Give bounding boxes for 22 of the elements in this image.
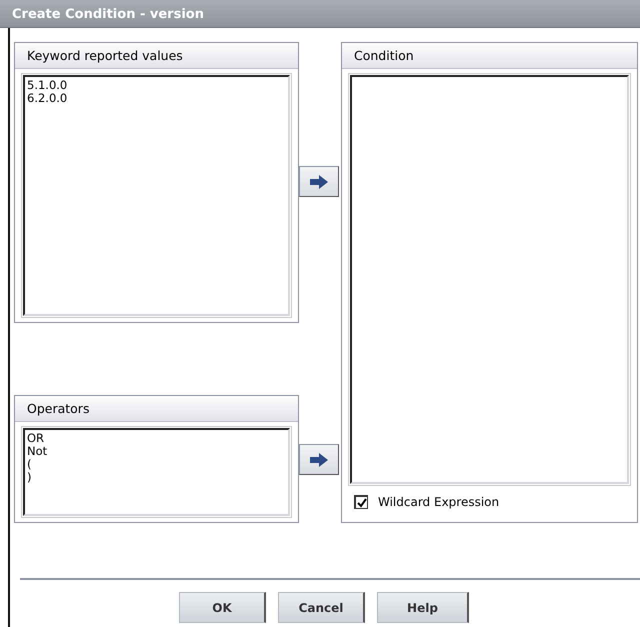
checkmark-icon: [356, 498, 366, 508]
dialog-button[interactable]: Help: [377, 592, 469, 623]
panel-header: Keyword reported values: [15, 43, 298, 69]
add-button[interactable]: [299, 166, 339, 197]
list-item[interactable]: 6.2.0.0: [27, 92, 68, 105]
list-item[interactable]: Not: [27, 445, 48, 458]
dialog-button[interactable]: Cancel: [278, 592, 365, 623]
arrow-icon: [310, 174, 328, 188]
list-item[interactable]: OR: [27, 432, 44, 445]
dialog-button[interactable]: OK: [179, 592, 266, 623]
operators-listbox[interactable]: OR Not ( ): [23, 428, 290, 516]
wildcard-checkbox[interactable]: [354, 495, 368, 509]
window-title: Create Condition - version: [0, 0, 640, 28]
checkbox-label: Wildcard Expression: [378, 494, 500, 511]
panel-header: Operators: [15, 396, 298, 422]
arrow-icon: [310, 452, 328, 466]
add-button[interactable]: [299, 444, 339, 475]
panel-header: Condition: [342, 43, 637, 69]
keyword-listbox[interactable]: 5.1.0.0 6.2.0.0: [23, 75, 290, 316]
list-item[interactable]: ): [27, 471, 32, 484]
list-item[interactable]: 5.1.0.0: [27, 79, 68, 92]
list-item[interactable]: (: [27, 458, 32, 471]
